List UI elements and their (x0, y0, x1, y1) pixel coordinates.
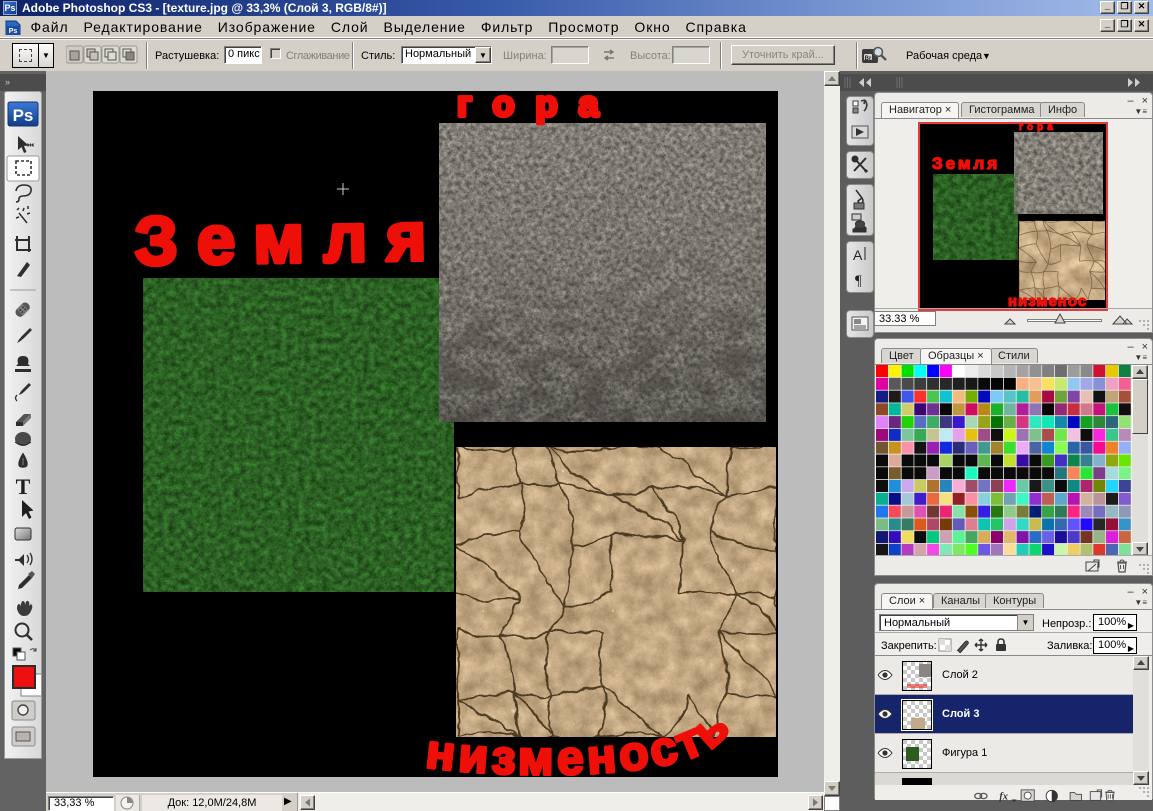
svg-text:гора: гора (1019, 124, 1057, 133)
svg-text:Земля: Земля (134, 198, 446, 280)
svg-text:Ps: Ps (9, 28, 18, 35)
svg-text:¶: ¶ (855, 273, 862, 289)
svg-text:Br: Br (865, 56, 872, 62)
svg-text:низменос: низменос (1008, 293, 1087, 309)
svg-text:Земля: Земля (932, 154, 1000, 173)
svg-text:fx: fx (999, 792, 1008, 803)
svg-text:T: T (16, 474, 31, 499)
svg-text:Ps: Ps (13, 106, 34, 125)
svg-text:A: A (853, 247, 863, 263)
svg-text:гора: гора (457, 91, 620, 124)
